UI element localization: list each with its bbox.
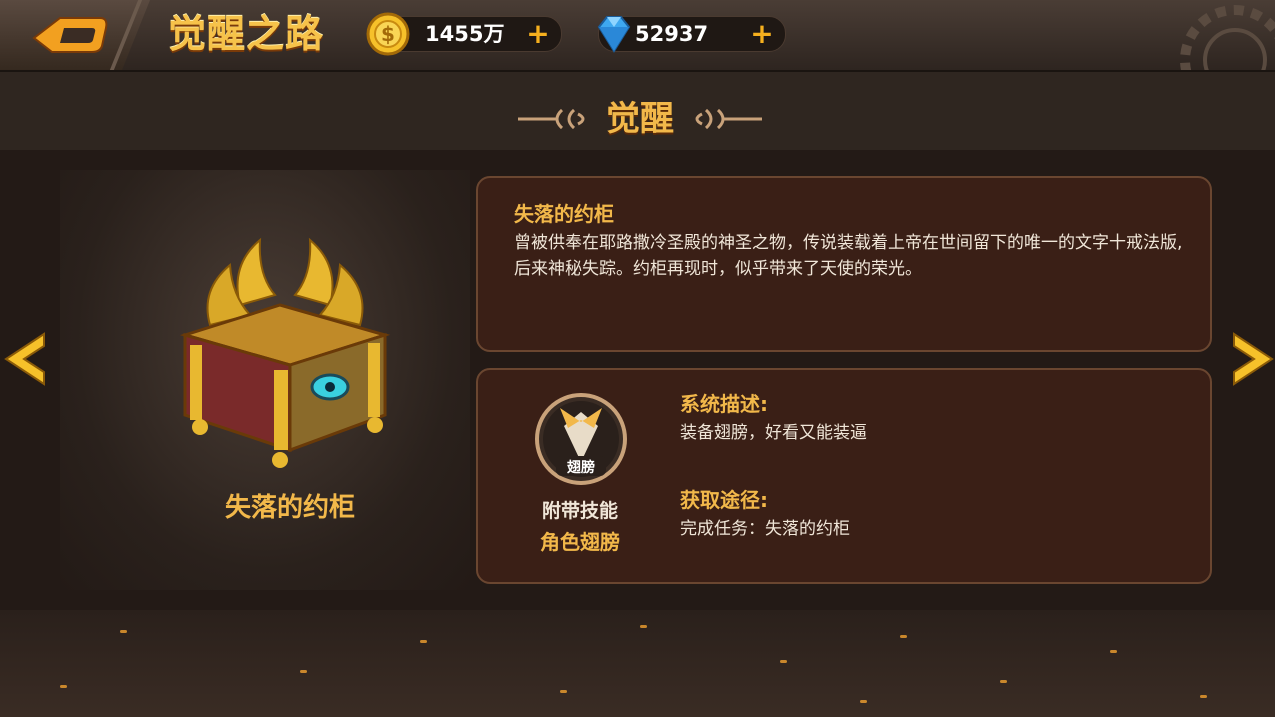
page-title: 觉醒之路 <box>168 12 325 56</box>
next-arrow-icon[interactable] <box>1232 332 1275 386</box>
system-title: 系统描述: <box>680 392 768 416</box>
flourish-left-icon <box>518 108 585 130</box>
spark <box>1200 695 1207 698</box>
spark <box>1000 680 1007 683</box>
spark <box>120 630 127 633</box>
obtain-title: 获取途径: <box>680 488 768 512</box>
ark-chest-icon <box>179 237 391 468</box>
flourish-right-icon <box>695 108 762 130</box>
spark <box>420 640 427 643</box>
skill-name: 角色翅膀 <box>540 530 620 554</box>
back-arrow-icon <box>32 17 108 53</box>
system-text: 装备翅膀，好看又能装逼 <box>680 423 867 443</box>
spark <box>640 625 647 628</box>
coin-icon: $ <box>366 12 410 56</box>
spark <box>560 690 567 693</box>
spark <box>860 700 867 703</box>
description-text: 曾被供奉在耶路撒冷圣殿的神圣之物，传说装载着上帝在世间留下的唯一的文字十戒法版,… <box>514 233 1183 279</box>
description-panel: 失落的约柜 曾被供奉在耶路撒冷圣殿的神圣之物，传说装载着上帝在世间留下的唯一的文… <box>476 176 1212 352</box>
top-bar: 觉醒之路 $ 1455万 + 52937 + <box>0 0 1275 72</box>
spark <box>780 660 787 663</box>
section-title: 觉醒 <box>606 99 674 139</box>
wings-skill-icon[interactable]: 翅膀 <box>534 392 628 486</box>
svg-text:$: $ <box>381 22 395 46</box>
diamond-add-button[interactable]: + <box>749 19 775 49</box>
obtain-text: 完成任务：失落的约柜 <box>680 519 850 539</box>
bottom-area <box>0 610 1275 717</box>
gold-value: 1455万 <box>425 22 505 46</box>
item-name: 失落的约柜 <box>224 493 355 523</box>
spark <box>900 635 907 638</box>
description-title: 失落的约柜 <box>514 202 614 226</box>
gear-decoration-icon <box>1180 5 1275 70</box>
gold-counter: $ 1455万 + <box>366 12 562 56</box>
diamond-counter: 52937 + <box>597 16 786 53</box>
gold-add-button[interactable]: + <box>525 19 551 49</box>
skill-label: 附带技能 <box>541 500 618 522</box>
spark <box>300 670 307 673</box>
prev-arrow-icon[interactable] <box>0 332 46 386</box>
spark <box>1110 650 1117 653</box>
info-panel: 翅膀 附带技能 角色翅膀 系统描述: 装备翅膀，好看又能装逼 获取途径: 完成任… <box>476 368 1212 584</box>
diamond-icon <box>597 16 631 53</box>
spark <box>60 685 67 688</box>
diamond-value: 52937 <box>635 22 709 46</box>
skill-icon-label: 翅膀 <box>566 459 595 476</box>
